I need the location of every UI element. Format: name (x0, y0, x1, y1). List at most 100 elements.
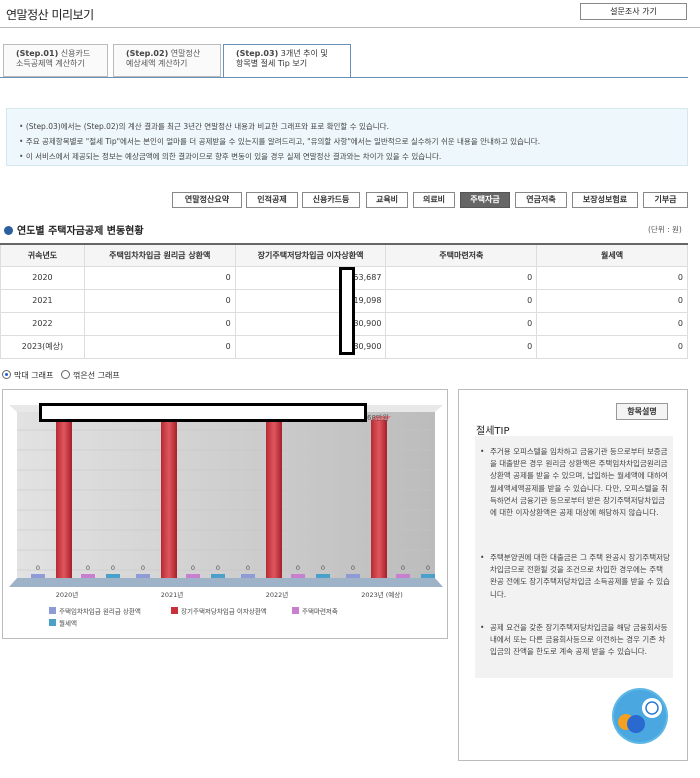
tab-line2: 소득공제액 계산하기 (16, 59, 85, 68)
legend-swatch (49, 607, 56, 614)
category-pension-button[interactable]: 연금저축 (515, 192, 567, 208)
chart-type-options: 막대 그래프 꺾은선 그래프 (2, 370, 120, 381)
tab-line2: 항목별 절세 Tip 보기 (236, 59, 308, 68)
category-card-button[interactable]: 신용카드등 (302, 192, 360, 208)
bar-value-label: 0 (426, 564, 430, 572)
cell-value: 0 (385, 288, 538, 313)
cell-value: 53,687 (234, 265, 387, 290)
info-box: (Step.03)에서는 (Step.02)의 계산 결과를 최근 3년간 연말… (6, 108, 688, 166)
tab-step-02[interactable]: (Step.02) 연말정산 예상세액 계산하기 (113, 44, 221, 77)
bullet-icon: • (480, 447, 485, 456)
tab-divider (0, 77, 688, 78)
cell-value: 0 (83, 334, 236, 359)
tab-line2: 예상세액 계산하기 (126, 59, 188, 68)
bar-chart-label: 막대 그래프 (14, 371, 54, 380)
bar (396, 574, 410, 578)
cell-value: 0 (83, 311, 236, 336)
bar (316, 574, 330, 578)
cell-year: 2020 (0, 265, 85, 290)
cell-year: 2022 (0, 311, 85, 336)
cell-value: 19,098 (234, 288, 387, 313)
cell-value: 30,900 (234, 334, 387, 359)
bar (81, 574, 95, 578)
tab-line1: 신용카드 (60, 49, 91, 58)
bar-value-label: 0 (351, 564, 355, 572)
cell-year: 2023(예상) (0, 334, 85, 359)
legend-label: 장기주택저당차입금 이자상환액 (181, 607, 267, 616)
line-chart-label: 꺾은선 그래프 (72, 371, 120, 380)
x-tick-label: 2023년 (예상) (361, 590, 403, 599)
tab-line1: 3개년 추이 및 (280, 49, 328, 58)
logo-icon (614, 690, 666, 742)
col-header-savings: 주택마련저축 (385, 244, 538, 267)
tip-item: • 공제 요건을 갖춘 장기주택저당차입금을 해당 금융회사등 내에서 또는 다른… (480, 622, 670, 659)
info-item: (Step.03)에서는 (Step.02)의 계산 결과를 최근 3년간 연말… (19, 119, 687, 134)
legend-label: 주택마련저축 (302, 607, 338, 616)
tab-step-03[interactable]: (Step.03) 3개년 추이 및 항목별 절세 Tip 보기 (223, 44, 351, 78)
cell-value: 30,900 (234, 311, 387, 336)
info-item: 이 서비스에서 제공되는 정보는 예상금액에 의한 결과이므로 향후 변동이 있… (19, 149, 687, 164)
category-summary-button[interactable]: 연말정산요약 (172, 192, 242, 208)
cell-value: 0 (536, 265, 688, 290)
bar-value-label: 0 (111, 564, 115, 572)
tip-text: 주택분양권에 대한 대출금은 그 주택 완공시 장기주택저당차입금으로 전환될 … (490, 553, 670, 599)
x-tick-label: 2021년 (161, 590, 184, 599)
redaction-box (339, 267, 355, 355)
bullet-icon: • (480, 553, 485, 562)
item-description-button[interactable]: 항목설명 (616, 403, 668, 420)
tab-step-01[interactable]: (Step.01) 신용카드 소득공제액 계산하기 (3, 44, 108, 77)
bar (106, 574, 120, 578)
bar (56, 420, 72, 578)
bar-value-label: 0 (246, 564, 250, 572)
info-item: 주요 공제항목별로 "절세 Tip"에서는 본인이 얼마를 더 공제받을 수 있… (19, 134, 687, 149)
bar-value-label: 0 (86, 564, 90, 572)
bar-value-label: 0 (401, 564, 405, 572)
tab-step-label: (Step.01) (16, 49, 59, 58)
bar-value-label: 0 (36, 564, 40, 572)
legend-swatch (171, 607, 178, 614)
bar-value-label: 0 (191, 564, 195, 572)
bar (421, 574, 435, 578)
line-chart-radio[interactable]: 꺾은선 그래프 (60, 370, 120, 380)
col-header-monthly-rent: 월세액 (536, 244, 688, 267)
category-personal-button[interactable]: 인적공제 (246, 192, 298, 208)
bar (136, 574, 150, 578)
col-header-mortgage-interest: 장기주택저당차입금 이자상환액 (234, 244, 387, 267)
legend-label: 주택임차차입금 원리금 상환액 (59, 607, 141, 616)
legend-swatch (49, 619, 56, 626)
chart-floor (9, 578, 443, 587)
category-medical-button[interactable]: 의료비 (413, 192, 455, 208)
tip-item: • 주택분양권에 대한 대출금은 그 주택 완공시 장기주택저당차입금으로 전환될… (480, 552, 670, 601)
tip-text: 주거용 오피스텔을 임차하고 금융기관 등으로부터 보증금을 대출받은 경우 원… (490, 447, 668, 518)
section-title-text: 연도별 주택자금공제 변동현황 (17, 226, 144, 237)
bar (266, 420, 282, 578)
bar (241, 574, 255, 578)
bar-chart-radio[interactable]: 막대 그래프 (2, 370, 54, 380)
radio-icon (60, 370, 70, 379)
unit-label: (단위 : 원) (648, 225, 682, 234)
category-education-button[interactable]: 교육비 (366, 192, 408, 208)
bar (31, 574, 45, 578)
legend-label: 월세액 (59, 619, 77, 628)
bar-value-label: 68만원 (367, 413, 389, 422)
category-housing-button[interactable]: 주택자금 (460, 192, 510, 208)
chart-panel: 0 0 0 0 0 0 0 0 0 0 0 0 2020년 2021년 2022년 2023년 (예상) 6… (2, 389, 448, 639)
category-donation-button[interactable]: 기부금 (643, 192, 688, 208)
bar (186, 574, 200, 578)
bar-chart: 0 0 0 0 0 0 0 0 0 0 0 0 2020년 2021년 2022년 2023년 (예상) 6… (9, 405, 443, 628)
tip-item: • 주거용 오피스텔을 임차하고 금융기관 등으로부터 보증금을 대출받은 경우 … (480, 446, 670, 519)
cell-value: 0 (536, 311, 688, 336)
radio-selected-icon (2, 370, 11, 379)
survey-button[interactable]: 설문조사 가기 (580, 3, 687, 20)
bar-value-label: 0 (321, 564, 325, 572)
redaction-box (39, 403, 367, 422)
bar-value-label: 0 (296, 564, 300, 572)
category-insurance-button[interactable]: 보장성보험료 (572, 192, 638, 208)
cell-value: 0 (83, 265, 236, 290)
col-header-year: 귀속년도 (0, 244, 85, 267)
bar (371, 420, 387, 578)
section-title: 연도별 주택자금공제 변동현황 (4, 222, 144, 237)
page-title: 연말정산 미리보기 (6, 8, 94, 22)
bullet-icon: • (480, 623, 485, 632)
bar-value-label: 0 (216, 564, 220, 572)
